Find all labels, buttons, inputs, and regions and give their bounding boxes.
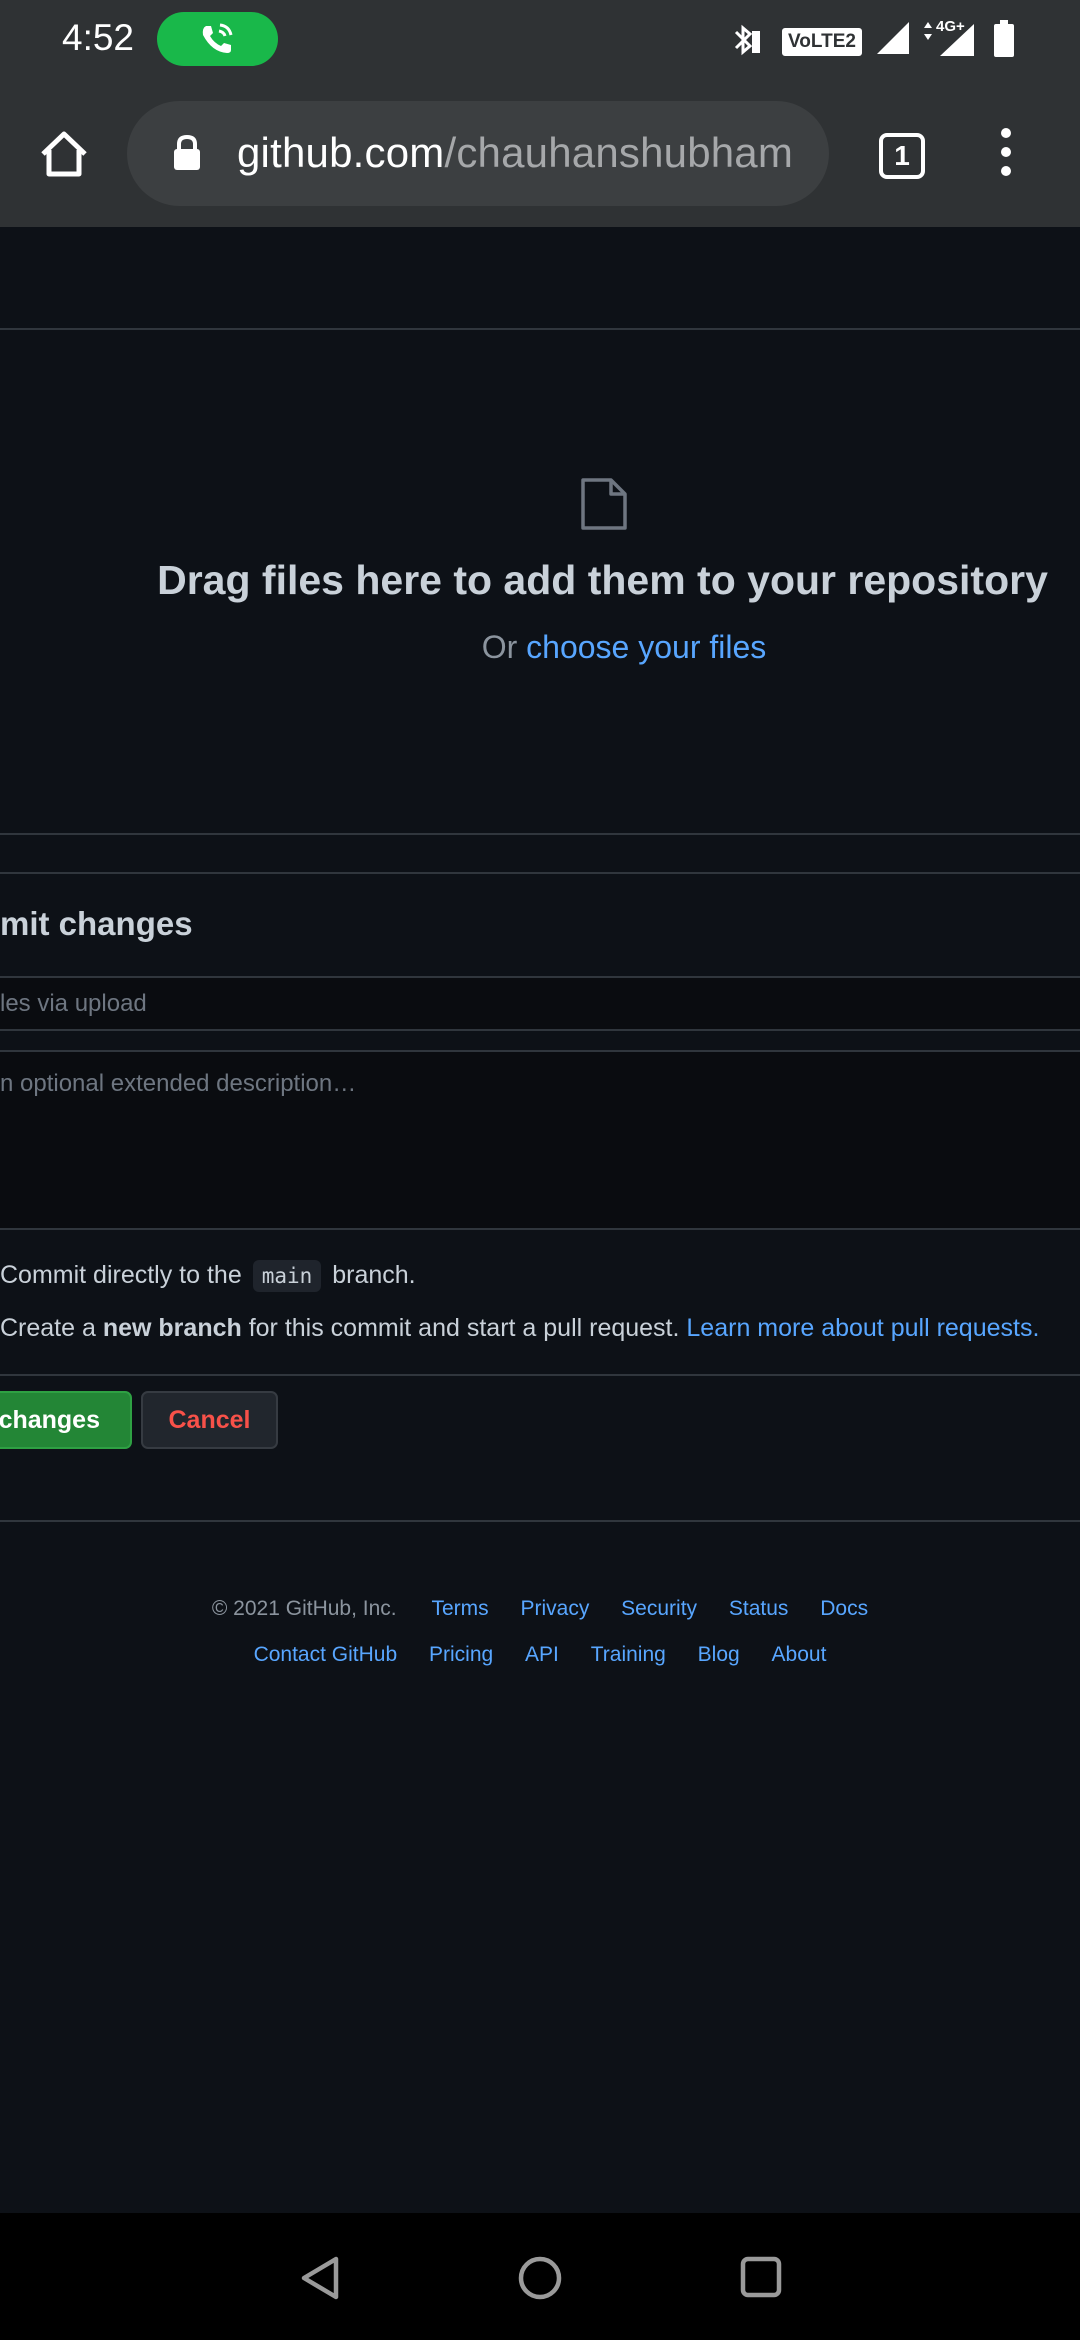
new-branch-bold: new branch xyxy=(102,1314,242,1342)
footer-link-terms[interactable]: Terms xyxy=(431,1597,488,1620)
divider xyxy=(0,833,1080,835)
choose-files-link[interactable]: choose your files xyxy=(526,629,766,665)
learn-more-link[interactable]: Learn more about pull requests. xyxy=(686,1314,1039,1342)
divider xyxy=(0,1374,1080,1376)
ongoing-call-indicator[interactable] xyxy=(157,12,278,66)
footer-link-docs[interactable]: Docs xyxy=(820,1597,868,1620)
commit-summary-input[interactable]: les via upload xyxy=(0,976,1080,1031)
commit-description-input[interactable]: n optional extended description… xyxy=(0,1050,1080,1230)
footer-row-1: © 2021 GitHub, Inc. Terms Privacy Securi… xyxy=(0,1597,1080,1621)
footer-link-security[interactable]: Security xyxy=(621,1597,697,1620)
footer-row-2: Contact GitHub Pricing API Training Blog… xyxy=(0,1643,1080,1667)
commit-heading: mit changes xyxy=(0,905,193,942)
or-text: Or xyxy=(481,629,527,665)
footer-link-blog[interactable]: Blog xyxy=(698,1643,740,1666)
footer-link-training[interactable]: Training xyxy=(591,1643,666,1666)
option-new-suffix: for this commit and start a pull request… xyxy=(241,1314,687,1342)
dropzone-subtitle: Or choose your files xyxy=(0,629,1080,666)
option-new-text: Create a xyxy=(0,1314,103,1342)
overflow-menu-icon[interactable] xyxy=(995,128,1017,188)
clock: 4:52 xyxy=(62,17,135,58)
option-direct-text: Commit directly to the xyxy=(0,1261,249,1289)
url-text: github.com/chauhanshubham xyxy=(237,129,793,177)
copyright: © 2021 GitHub, Inc. xyxy=(211,1597,397,1620)
divider xyxy=(0,1520,1080,1522)
divider xyxy=(0,328,1080,330)
branch-name-code: main xyxy=(252,1260,322,1292)
file-icon xyxy=(581,478,627,530)
commit-direct-option[interactable]: Commit directly to the main branch. xyxy=(0,1260,416,1292)
footer-link-privacy[interactable]: Privacy xyxy=(520,1597,589,1620)
page-content: Drag files here to add them to your repo… xyxy=(0,227,1080,2213)
browser-toolbar: github.com/chauhanshubham 1 xyxy=(0,78,1080,227)
home-circle-icon[interactable] xyxy=(517,2255,563,2301)
commit-new-branch-option[interactable]: Create a new branch for this commit and … xyxy=(0,1314,1039,1343)
option-direct-suffix: branch. xyxy=(325,1261,416,1289)
bluetooth-icon xyxy=(734,24,760,56)
cancel-button[interactable]: Cancel xyxy=(141,1391,278,1449)
footer-link-status[interactable]: Status xyxy=(729,1597,789,1620)
back-icon[interactable] xyxy=(298,2255,342,2301)
home-icon[interactable] xyxy=(38,128,90,180)
volte-badge: VoLTE2 xyxy=(782,28,862,56)
summary-placeholder: les via upload xyxy=(0,990,147,1017)
divider xyxy=(0,1228,1080,1230)
footer-link-about[interactable]: About xyxy=(772,1643,827,1666)
url-path: /chauhanshubham xyxy=(444,129,794,176)
footer-link-pricing[interactable]: Pricing xyxy=(429,1643,493,1666)
signal-icon-secondary xyxy=(924,22,974,56)
signal-icon xyxy=(877,22,909,54)
recents-icon[interactable] xyxy=(740,2256,782,2298)
tab-switcher-button[interactable]: 1 xyxy=(879,133,925,179)
lock-icon xyxy=(174,134,200,170)
phone-call-icon xyxy=(202,23,233,53)
system-navigation-bar xyxy=(0,2213,1080,2340)
footer-link-contact[interactable]: Contact GitHub xyxy=(254,1643,398,1666)
description-placeholder: n optional extended description… xyxy=(0,1070,357,1097)
address-bar[interactable]: github.com/chauhanshubham xyxy=(127,101,829,206)
url-host: github.com xyxy=(237,129,445,176)
dropzone-title: Drag files here to add them to your repo… xyxy=(157,557,1048,603)
commit-changes-button[interactable]: changes xyxy=(0,1391,132,1449)
divider xyxy=(0,872,1080,874)
footer-link-api[interactable]: API xyxy=(525,1643,559,1666)
battery-icon xyxy=(994,20,1014,57)
status-bar: 4:52 VoLTE2 4G+ xyxy=(0,0,1080,78)
